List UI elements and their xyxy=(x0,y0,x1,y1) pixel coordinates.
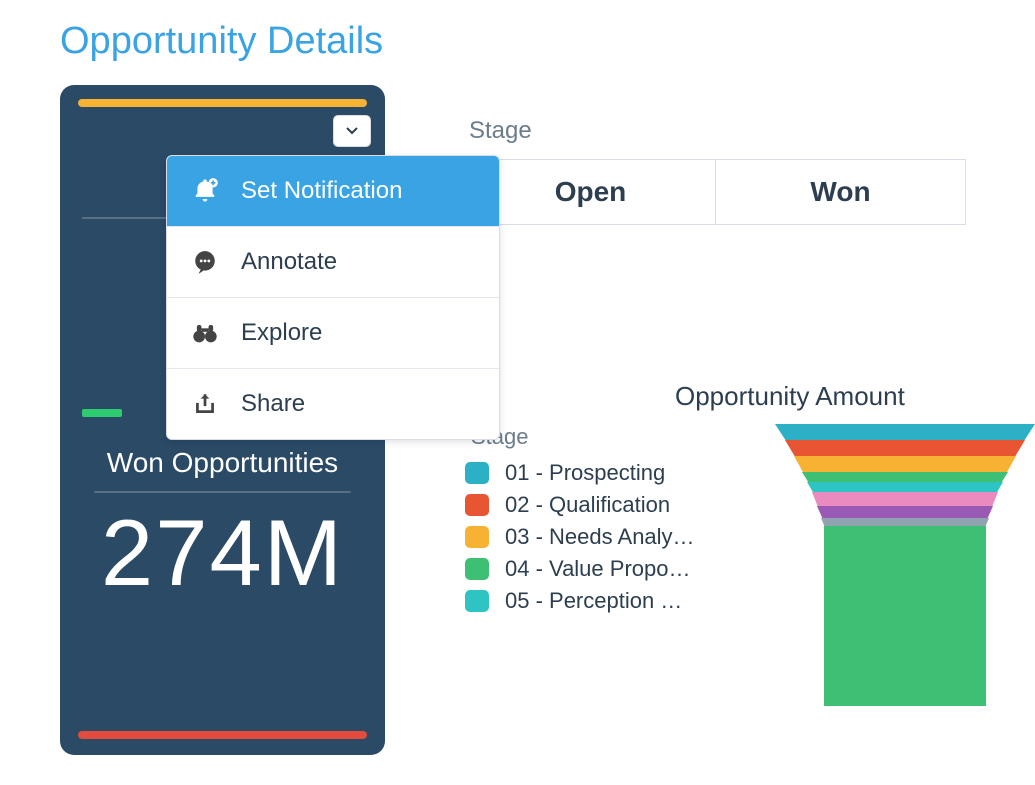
legend-item[interactable]: 03 - Needs Analy… xyxy=(465,524,765,550)
menu-item-label: Explore xyxy=(241,319,322,347)
legend-label: 01 - Prospecting xyxy=(505,460,665,486)
swatch-icon xyxy=(465,590,489,612)
swatch-icon xyxy=(465,526,489,548)
funnel-segment xyxy=(821,518,989,526)
card-menu-trigger[interactable] xyxy=(333,115,371,147)
legend-item[interactable]: 05 - Perception … xyxy=(465,588,765,614)
menu-explore[interactable]: Explore xyxy=(167,297,499,368)
menu-item-label: Set Notification xyxy=(241,177,402,205)
menu-annotate[interactable]: Annotate xyxy=(167,226,499,297)
right-column: Stage Open Won Opportunity Amount Stage … xyxy=(465,85,1035,704)
funnel-segment xyxy=(817,506,993,518)
swatch-icon xyxy=(465,558,489,580)
share-icon xyxy=(187,386,223,422)
menu-item-label: Annotate xyxy=(241,248,337,276)
funnel-segment-big xyxy=(824,526,986,706)
card-title: Won Opportunities xyxy=(60,447,385,479)
card-top-stripe xyxy=(78,99,367,107)
swatch-icon xyxy=(465,462,489,484)
funnel-segment xyxy=(794,456,1016,472)
swatch-icon xyxy=(465,494,489,516)
bell-plus-icon xyxy=(187,173,223,209)
legend-item[interactable]: 01 - Prospecting xyxy=(465,460,765,486)
legend-item[interactable]: 02 - Qualification xyxy=(465,492,765,518)
stage-tabs: Open Won xyxy=(465,159,966,225)
won-opportunities-card: Won Opportunities 274M Set Notification … xyxy=(60,85,385,755)
card-menu-dropdown: Set Notification Annotate Explore xyxy=(166,155,500,440)
stage-label: Stage xyxy=(469,117,1035,145)
funnel-segment xyxy=(807,482,1003,492)
chart-legend: Stage 01 - Prospecting 02 - Qualificatio… xyxy=(465,424,765,620)
menu-item-label: Share xyxy=(241,390,305,418)
binoculars-icon xyxy=(187,315,223,351)
funnel-segment xyxy=(802,472,1008,482)
menu-set-notification[interactable]: Set Notification xyxy=(167,156,499,226)
legend-label: 04 - Value Propo… xyxy=(505,556,690,582)
card-big-value: 274M xyxy=(60,499,385,607)
legend-item[interactable]: 04 - Value Propo… xyxy=(465,556,765,582)
tab-open[interactable]: Open xyxy=(466,160,716,224)
funnel-chart: 27 xyxy=(775,424,1035,704)
funnel-segment xyxy=(775,424,1035,440)
legend-title: Stage xyxy=(471,424,765,450)
menu-share[interactable]: Share xyxy=(167,368,499,439)
card-bottom-stripe xyxy=(78,731,367,739)
funnel-segment xyxy=(785,440,1025,456)
tab-won[interactable]: Won xyxy=(716,160,966,224)
chart-title: Opportunity Amount xyxy=(675,381,1035,412)
page-title: Opportunity Details xyxy=(60,20,1035,63)
legend-label: 02 - Qualification xyxy=(505,492,670,518)
funnel-segment xyxy=(812,492,998,506)
legend-label: 05 - Perception … xyxy=(505,588,682,614)
legend-label: 03 - Needs Analy… xyxy=(505,524,695,550)
speech-bubble-icon xyxy=(187,244,223,280)
card-title-underline xyxy=(94,491,351,493)
chevron-down-icon xyxy=(346,122,358,140)
